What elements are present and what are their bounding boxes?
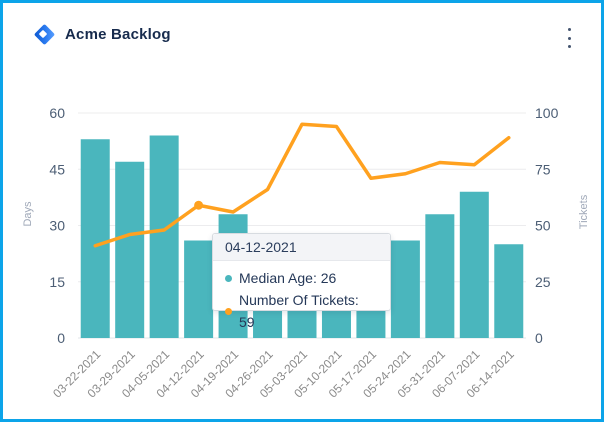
tooltip-date: 04-12-2021	[213, 234, 390, 261]
tooltip-median-age-text: Median Age: 26	[239, 267, 336, 289]
right-axis-tick: 75	[535, 161, 551, 177]
left-axis-title: Days	[22, 201, 34, 227]
right-axis-tick: 100	[535, 105, 559, 121]
chart-tooltip: 04-12-2021 Median Age: 26 Number Of Tick…	[212, 233, 391, 311]
bar-04-12-2021[interactable]	[184, 241, 213, 339]
right-axis-tick: 0	[535, 330, 543, 346]
tooltip-row-median-age: Median Age: 26	[225, 267, 378, 289]
right-axis-tick: 50	[535, 218, 551, 234]
bar-05-24-2021[interactable]	[391, 241, 420, 339]
left-axis-tick: 60	[49, 105, 65, 121]
median-age-dot-icon	[225, 275, 232, 282]
highlighted-line-point[interactable]	[194, 201, 203, 210]
tooltip-body: Median Age: 26 Number Of Tickets: 59	[213, 261, 390, 337]
left-axis-tick: 45	[49, 161, 65, 177]
tooltip-row-tickets: Number Of Tickets: 59	[225, 289, 378, 333]
left-axis-tick: 15	[49, 274, 65, 290]
left-axis-tick: 30	[49, 218, 65, 234]
bar-03-29-2021[interactable]	[115, 162, 144, 338]
bar-06-07-2021[interactable]	[460, 192, 489, 338]
bar-05-31-2021[interactable]	[425, 214, 454, 338]
left-axis-tick: 0	[57, 330, 65, 346]
bar-04-05-2021[interactable]	[150, 136, 179, 339]
tooltip-tickets-text: Number Of Tickets: 59	[239, 289, 378, 333]
backlog-combo-chart[interactable]: 0015253050457560100DaysTickets03-22-2021…	[3, 3, 604, 422]
bar-06-14-2021[interactable]	[494, 244, 523, 338]
right-axis-tick: 25	[535, 274, 551, 290]
right-axis-title: Tickets	[578, 194, 590, 229]
tickets-dot-icon	[225, 308, 232, 315]
acme-backlog-window: Acme Backlog 0015253050457560100DaysTick…	[0, 0, 604, 422]
bar-03-22-2021[interactable]	[81, 139, 110, 338]
